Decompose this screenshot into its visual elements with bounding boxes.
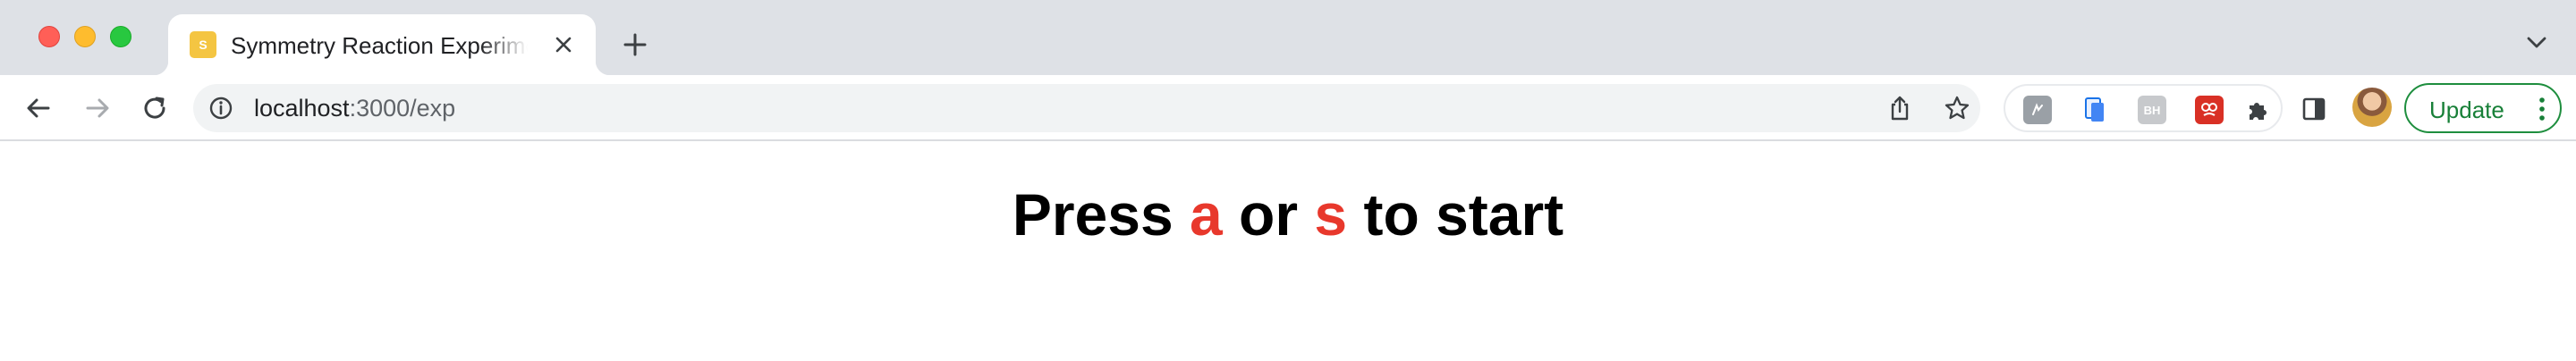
side-panel-icon[interactable] (2299, 94, 2329, 124)
browser-toolbar: localhost:3000/exp BH Update (0, 75, 2576, 141)
minimize-window-button[interactable] (74, 26, 96, 47)
tab-title: Symmetry Reaction Experiment (231, 32, 528, 59)
url-host: localhost (254, 95, 350, 122)
kebab-menu-icon[interactable] (2533, 96, 2551, 122)
puzzle-icon[interactable] (2243, 95, 2274, 125)
extension-1-icon[interactable] (2023, 96, 2052, 124)
start-key-a: a (1190, 181, 1223, 248)
fullscreen-window-button[interactable] (110, 26, 131, 47)
instruction-middle: or (1222, 181, 1315, 248)
active-tab[interactable]: S Symmetry Reaction Experiment (154, 14, 610, 75)
extensions-group: BH (2004, 84, 2283, 132)
close-window-button[interactable] (38, 26, 60, 47)
update-button[interactable]: Update (2404, 83, 2562, 133)
profile-avatar[interactable] (2352, 88, 2392, 127)
start-key-s: s (1314, 181, 1348, 248)
arrow-left-icon[interactable] (18, 88, 59, 129)
close-icon[interactable] (551, 32, 576, 57)
extension-2-icon[interactable] (2080, 96, 2109, 124)
plus-icon[interactable] (617, 27, 653, 63)
instruction-prefix: Press (1012, 181, 1190, 248)
favicon-icon: S (190, 31, 216, 58)
star-icon[interactable] (1943, 94, 1971, 122)
url-text[interactable]: localhost:3000/exp (254, 95, 455, 122)
share-icon[interactable] (1885, 94, 1914, 122)
page-content: Press a or s to start (0, 141, 2576, 361)
arrow-right-icon[interactable] (77, 88, 118, 129)
chevron-down-icon[interactable] (2521, 27, 2553, 59)
start-instruction: Press a or s to start (0, 179, 2576, 250)
url-path: :3000/exp (349, 95, 456, 122)
instruction-suffix: to start (1347, 181, 1564, 248)
address-bar[interactable]: localhost:3000/exp (193, 84, 1980, 132)
extension-3-icon[interactable]: BH (2138, 96, 2166, 124)
extension-4-icon[interactable] (2195, 96, 2224, 124)
reload-icon[interactable] (134, 88, 175, 129)
info-icon[interactable] (208, 95, 234, 122)
update-button-label: Update (2429, 97, 2504, 123)
tab-strip: S Symmetry Reaction Experiment (0, 0, 2576, 75)
